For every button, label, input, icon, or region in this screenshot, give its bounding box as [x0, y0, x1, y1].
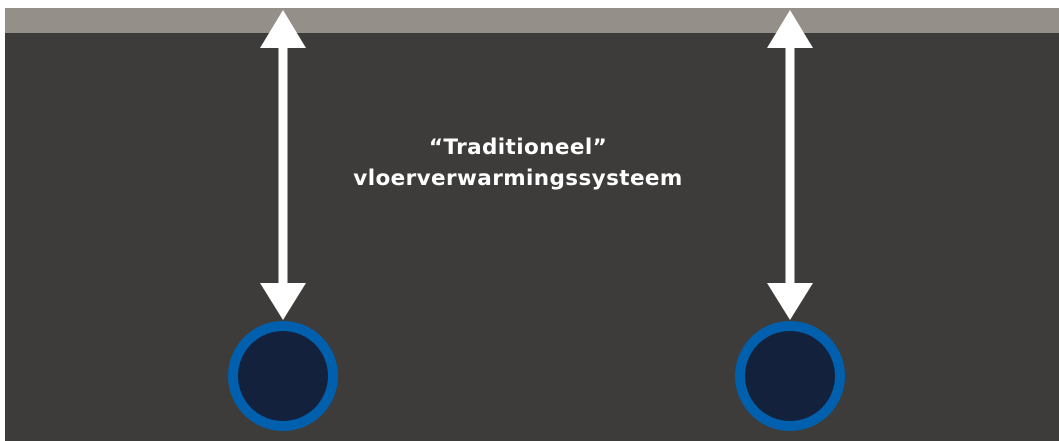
- system-label-line-1: “Traditioneel”: [428, 135, 608, 160]
- pipe-core-left: [238, 331, 328, 421]
- height-arrow-right: [767, 10, 813, 320]
- arrow-shaft-left: [278, 44, 288, 286]
- system-label: “Traditioneel” vloerverwarmingssysteem: [318, 132, 718, 194]
- system-label-line-2: vloerverwarmingssysteem: [353, 166, 683, 191]
- arrow-head-up-right: [767, 10, 813, 48]
- heating-pipe-right: [735, 321, 845, 431]
- arrow-head-down-right: [767, 283, 813, 320]
- arrow-shaft-right: [785, 44, 795, 286]
- diagram-graphics: [228, 10, 845, 431]
- heating-pipe-left: [228, 321, 338, 431]
- height-arrow-left: [260, 10, 306, 320]
- floor-heating-diagram: “Traditioneel” vloerverwarmingssysteem: [0, 0, 1059, 441]
- arrow-head-down-left: [260, 283, 306, 320]
- pipe-core-right: [745, 331, 835, 421]
- arrow-head-up-left: [260, 10, 306, 48]
